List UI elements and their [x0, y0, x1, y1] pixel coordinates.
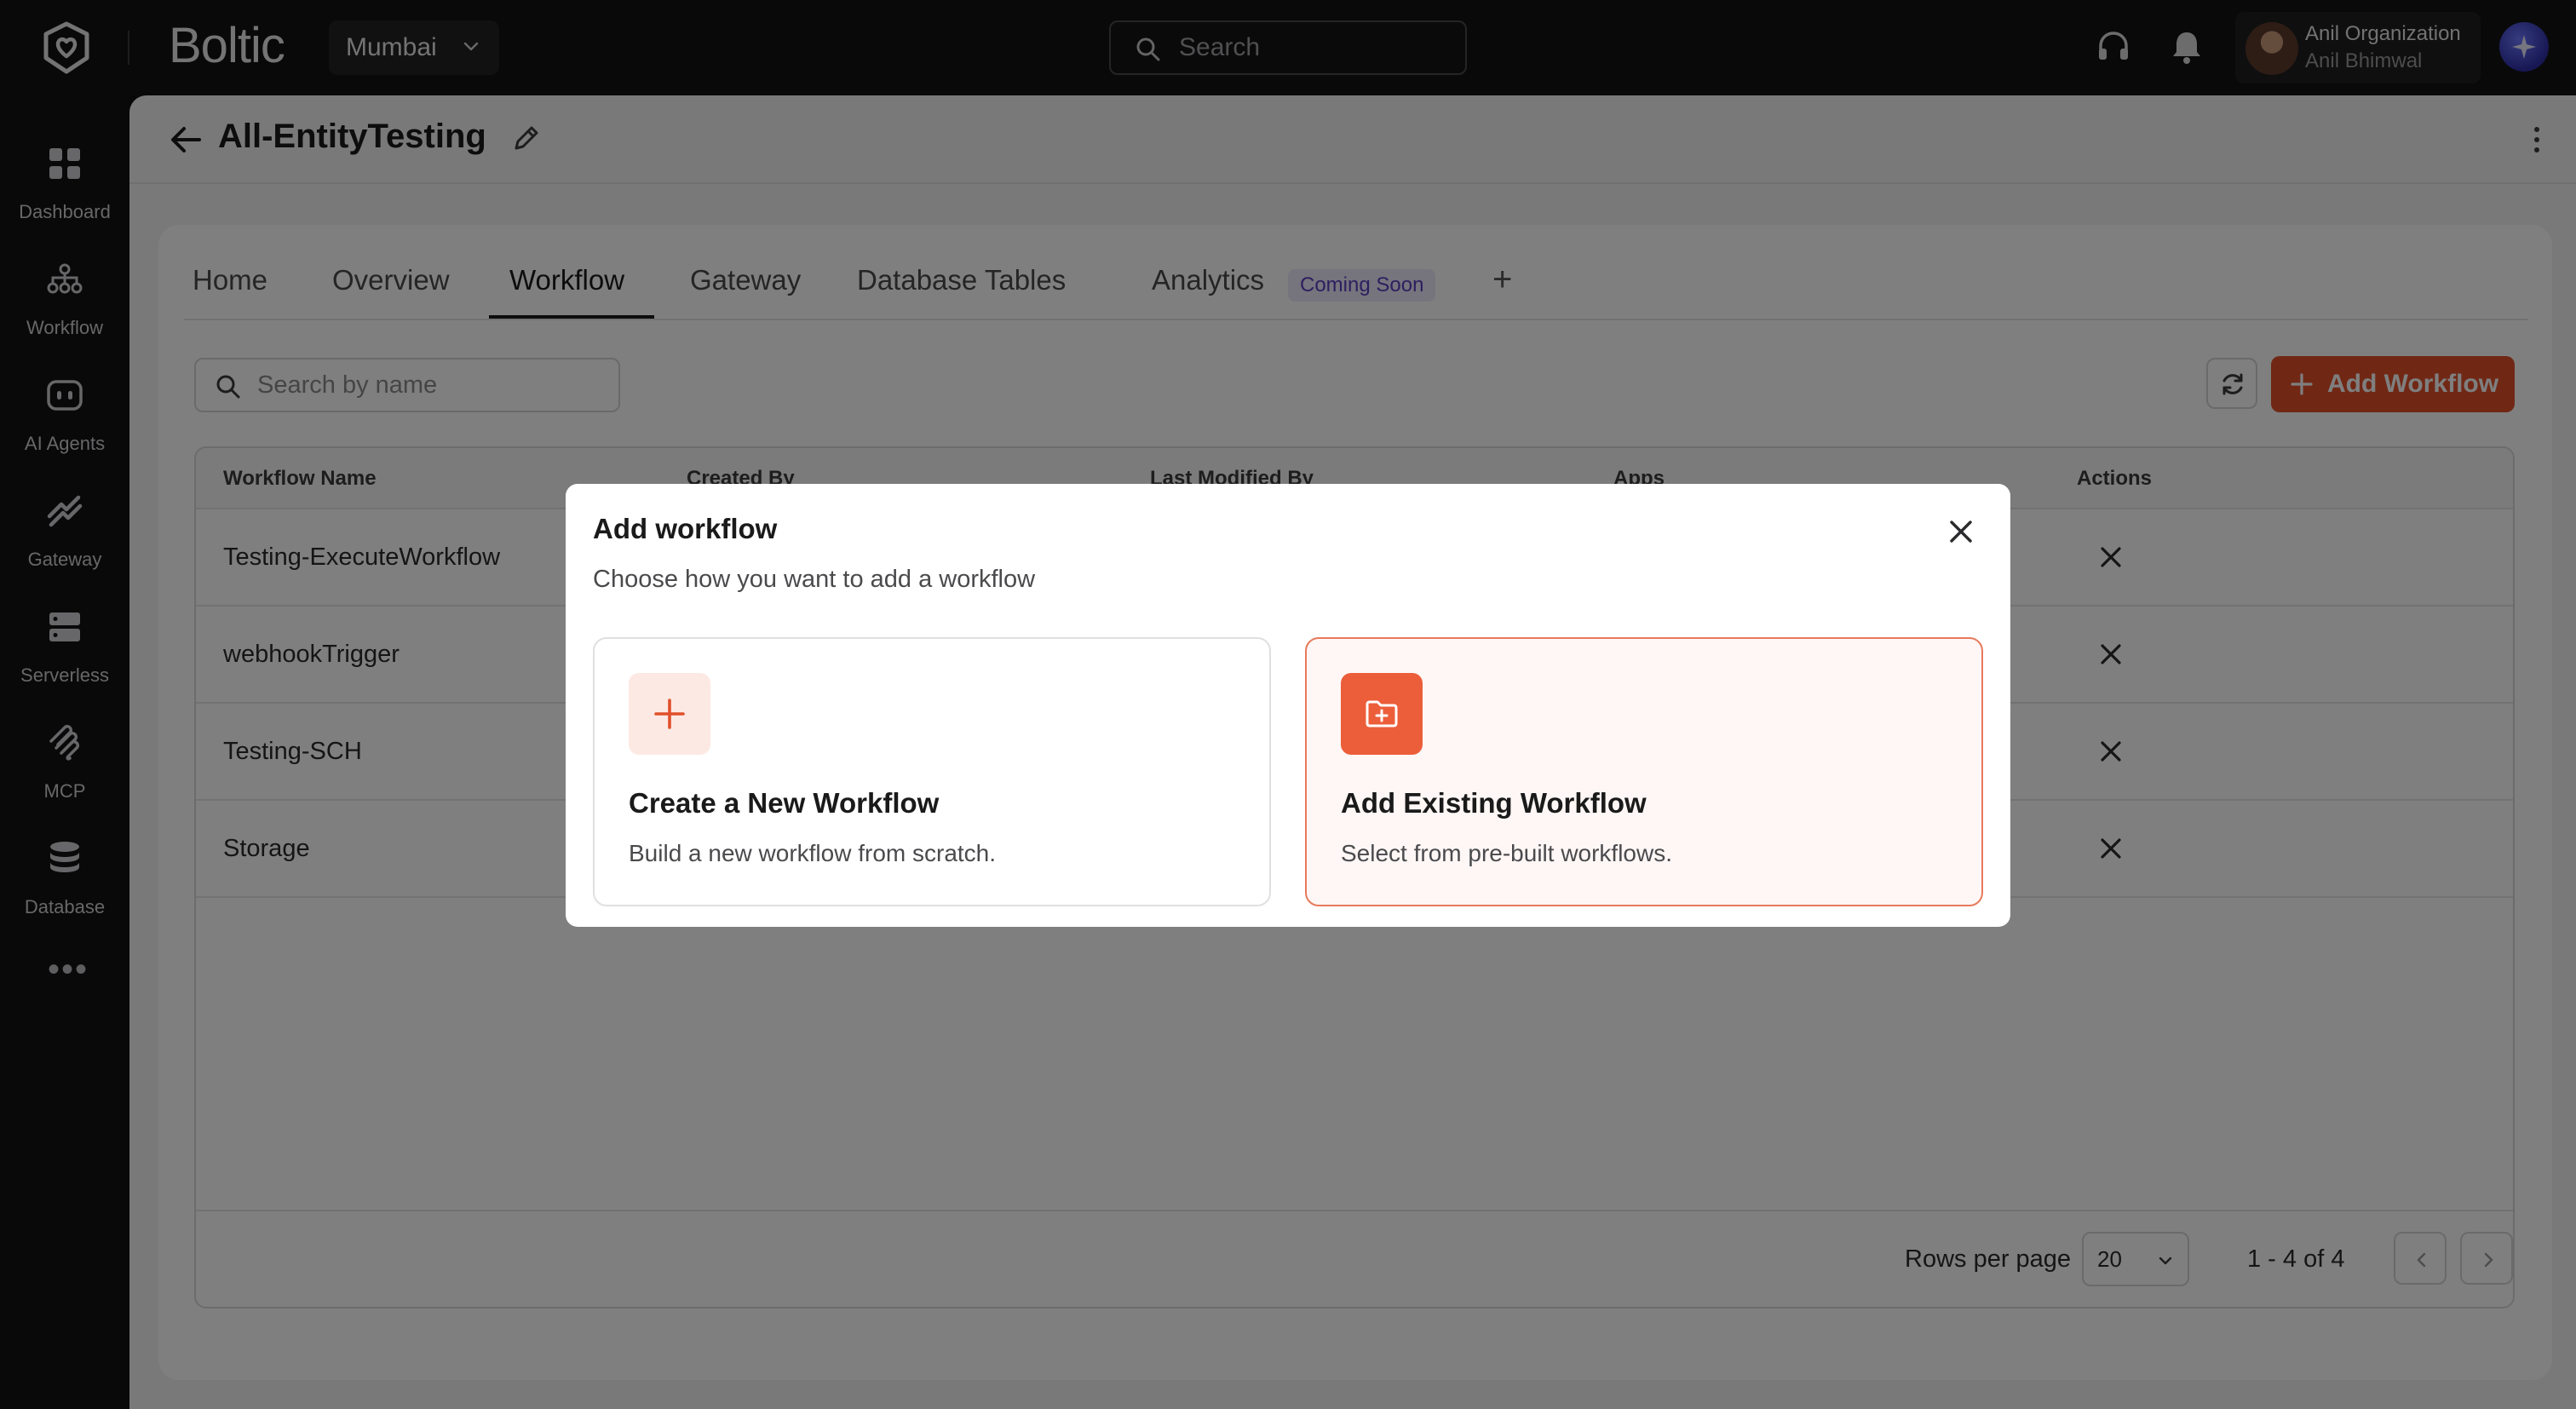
close-icon[interactable]	[1944, 515, 1978, 549]
option-description: Select from pre-built workflows.	[1341, 840, 1673, 866]
modal-title: Add workflow	[593, 513, 778, 544]
modal-subtitle: Choose how you want to add a workflow	[593, 566, 1036, 593]
option-icon-container	[1341, 673, 1423, 755]
option-title: Create a New Workflow	[629, 787, 940, 819]
folder-add-icon	[1366, 700, 1398, 728]
plus-icon	[654, 699, 685, 729]
option-description: Build a new workflow from scratch.	[629, 840, 997, 866]
option-icon-container	[629, 673, 710, 755]
add-existing-workflow-option[interactable]: Add Existing Workflow Select from pre-bu…	[1305, 637, 1983, 906]
option-title: Add Existing Workflow	[1341, 787, 1647, 819]
add-workflow-modal: Add workflow Choose how you want to add …	[566, 484, 2010, 927]
create-new-workflow-option[interactable]: Create a New Workflow Build a new workfl…	[593, 637, 1271, 906]
